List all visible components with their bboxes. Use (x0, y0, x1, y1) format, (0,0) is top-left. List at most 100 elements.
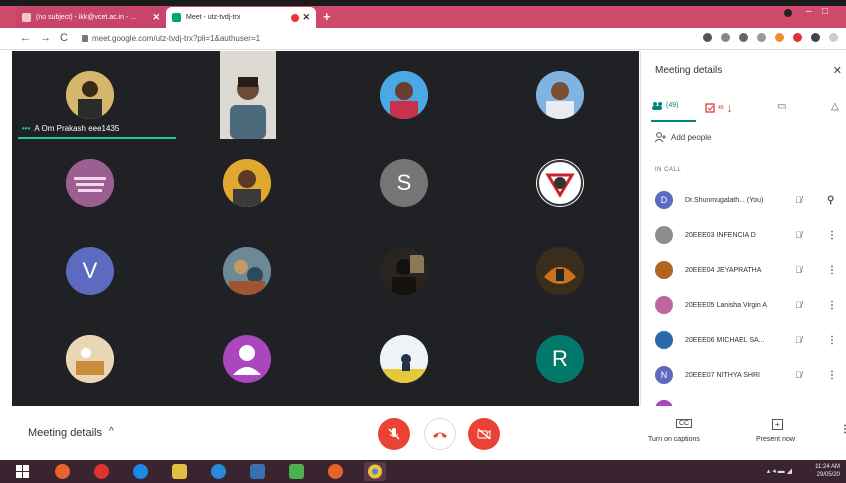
new-tab-button[interactable]: + (323, 9, 331, 24)
leave-call-button[interactable] (424, 418, 456, 450)
logo-icon (537, 160, 583, 206)
participant-avatar: N (655, 366, 673, 384)
windows-start-icon[interactable] (16, 465, 29, 478)
store-icon[interactable] (289, 464, 304, 479)
participant-row[interactable]: 20EEE06 MICHAEL SA... 🎙̸ ⋮ (641, 323, 846, 357)
mic-off-icon[interactable]: 🎙̸ (795, 370, 802, 380)
participant-tile[interactable] (326, 227, 482, 315)
lock-icon (82, 35, 88, 42)
extension-icon[interactable] (793, 33, 802, 42)
file-explorer-icon[interactable] (172, 464, 187, 479)
participant-name: 20EEE03 INFENCIA D (685, 231, 756, 239)
back-icon[interactable]: ← (20, 32, 31, 44)
participant-avatar (66, 159, 114, 207)
star-icon[interactable] (721, 33, 730, 42)
chevron-up-icon[interactable]: ^ (109, 426, 114, 437)
edge-icon[interactable] (133, 464, 148, 479)
participant-tile[interactable] (482, 51, 638, 139)
extension-icon[interactable] (775, 33, 784, 42)
participant-tile[interactable] (169, 227, 325, 315)
tab-gmail[interactable]: (no subject) - ikk@vcet.ac.in - ... ✕ (16, 7, 166, 28)
firefox-icon[interactable] (55, 464, 70, 479)
extension-icons (703, 33, 838, 42)
reload-icon[interactable]: C (60, 32, 68, 44)
more-options-icon[interactable]: ⋮ (840, 424, 846, 435)
extension-icon[interactable] (757, 33, 766, 42)
more-options-icon[interactable]: ⋮ (827, 335, 837, 346)
close-icon[interactable]: ✕ (833, 64, 842, 77)
participant-avatar (223, 159, 271, 207)
participant-tile[interactable]: ••• A Om Prakash eee1435 (12, 51, 176, 139)
participant-avatar (380, 247, 428, 295)
mic-off-icon[interactable]: 🎙̸ (795, 230, 802, 240)
participant-tile[interactable] (169, 139, 325, 227)
profile-icon[interactable] (784, 9, 792, 17)
participant-name: 20EEE07 NITHYA SHRI (685, 371, 760, 379)
forward-icon[interactable]: → (40, 32, 51, 44)
maximize-icon[interactable]: □ (822, 6, 828, 20)
app-icon[interactable] (250, 464, 265, 479)
panel-title: Meeting details (655, 65, 723, 76)
camera-toggle-button[interactable] (468, 418, 500, 450)
mic-off-icon[interactable]: 🎙̸ (795, 335, 802, 345)
close-icon[interactable]: ✕ (302, 12, 310, 23)
puzzle-icon[interactable] (811, 33, 820, 42)
mic-off-icon[interactable]: 🎙̸ (795, 265, 802, 275)
opera-icon[interactable] (94, 464, 109, 479)
speaking-indicator-icon: ••• (22, 124, 31, 133)
firefox-icon[interactable] (328, 464, 343, 479)
people-icon (652, 102, 662, 110)
participant-tile[interactable]: R (482, 315, 638, 403)
participant-avatar: D (655, 191, 673, 209)
tray-icons[interactable]: ▴ ◂ ▬ ◢ (767, 467, 792, 475)
participant-row[interactable]: 20EEE04 JEYAPRATHA 🎙̸ ⋮ (641, 253, 846, 287)
participant-avatar (655, 261, 673, 279)
add-people-button[interactable]: Add people (655, 132, 711, 142)
mic-toggle-button[interactable] (378, 418, 410, 450)
participant-tile[interactable] (482, 227, 638, 315)
url-field[interactable]: meet.google.com/utz-tvdj-trx?pli=1&authu… (92, 34, 260, 43)
system-tray: 11:24 AM 29/05/20 (815, 463, 840, 479)
turn-on-captions-button[interactable]: Turn on captions (648, 436, 700, 443)
tab-activities[interactable]: 49 ↓ (705, 101, 733, 115)
mic-off-icon[interactable]: 🎙̸ (795, 195, 802, 205)
extension-icon[interactable] (739, 33, 748, 42)
participant-video[interactable] (220, 51, 276, 139)
participant-tile[interactable] (482, 139, 638, 227)
participant-tile[interactable] (12, 315, 168, 403)
participant-name: 20EEE05 Lanisha Virgin A (685, 301, 767, 309)
minimize-icon[interactable]: – (806, 6, 812, 20)
chat-icon[interactable]: ▭ (777, 101, 786, 112)
more-options-icon[interactable]: ⋮ (827, 230, 837, 241)
participant-tile[interactable]: S (326, 139, 482, 227)
participant-avatar (223, 335, 271, 383)
more-options-icon[interactable]: ⋮ (827, 370, 837, 381)
participant-row[interactable]: D Dr.Shunmugalath... (You) 🎙̸ ⚲ (641, 183, 846, 217)
mic-off-icon[interactable]: 🎙̸ (795, 300, 802, 310)
participant-tile[interactable] (12, 139, 168, 227)
participant-tile[interactable] (326, 51, 482, 139)
more-options-icon[interactable]: ⋮ (827, 265, 837, 276)
profile-avatar[interactable] (829, 33, 838, 42)
participant-row[interactable]: 20EEE03 INFENCIA D 🎙̸ ⋮ (641, 218, 846, 252)
in-call-heading: IN CALL (655, 167, 682, 173)
participant-tile[interactable] (169, 315, 325, 403)
close-icon[interactable]: ✕ (152, 12, 160, 23)
activities-shapes-icon[interactable]: △ (831, 101, 839, 112)
participant-avatar: S (380, 159, 428, 207)
pin-icon[interactable]: ⚲ (827, 195, 834, 206)
more-options-icon[interactable]: ⋮ (827, 300, 837, 311)
captions-icon: CC (676, 419, 693, 428)
participant-tile[interactable]: V (12, 227, 168, 315)
participant-row[interactable]: 20EEE05 Lanisha Virgin A 🎙̸ ⋮ (641, 288, 846, 322)
meeting-details-button[interactable]: Meeting details (28, 427, 102, 439)
camera-icon[interactable] (703, 33, 712, 42)
internet-explorer-icon[interactable] (211, 464, 226, 479)
activities-icon (705, 103, 715, 113)
participant-row[interactable]: N 20EEE07 NITHYA SHRI 🎙̸ ⋮ (641, 358, 846, 392)
tab-meet-label: Meet - utz-tvdj-trx (186, 14, 241, 21)
tab-people[interactable]: (49) (651, 101, 678, 110)
present-now-button[interactable]: Present now (756, 436, 795, 443)
chrome-icon[interactable] (364, 462, 386, 481)
participant-tile[interactable] (326, 315, 482, 403)
